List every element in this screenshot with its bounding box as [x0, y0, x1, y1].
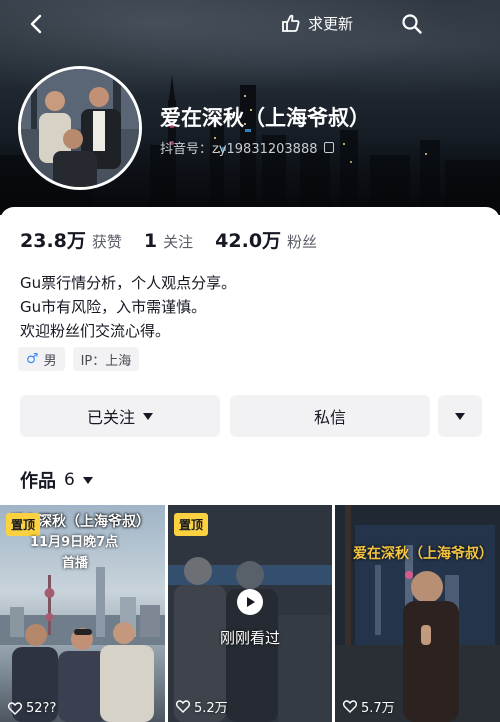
followed-button[interactable]: 已关注 [20, 395, 220, 437]
heart-outline-icon [343, 700, 357, 713]
likes-count: 23.8万 [20, 230, 86, 252]
bio-line: Gu票行情分析，个人观点分享。 [20, 274, 237, 292]
cover-subtitle: 11月9日晚7点 [30, 535, 119, 550]
bio-line: Gu市有风险，入市需谨慎。 [20, 298, 207, 316]
caret-down-icon [455, 412, 465, 420]
gender-tag: ♂ 男 [18, 347, 65, 371]
followers-label: 粉丝 [287, 233, 318, 251]
profile-bio: Gu票行情分析，个人观点分享。 Gu市有风险，入市需谨慎。 欢迎粉丝们交流心得。 [20, 271, 236, 343]
top-nav-bar: 求更新 [0, 0, 500, 46]
search-icon [402, 14, 422, 34]
bio-line: 欢迎粉丝们交流心得。 [20, 322, 171, 340]
stats-row: 23.8万 获赞 1 关注 42.0万 粉丝 [20, 226, 317, 253]
stat-followers[interactable]: 42.0万 粉丝 [215, 226, 317, 253]
video-likes-count: 52?? [26, 701, 57, 716]
douyin-id-row[interactable]: 抖音号：zy19831203888 [160, 138, 334, 157]
pinned-badge: 置顶 [174, 513, 209, 536]
video-likes: 52?? [8, 701, 56, 716]
video-likes: 5.2万 [176, 697, 228, 716]
douyin-id-text: 抖音号：zy19831203888 [160, 142, 318, 157]
works-count: 6 [64, 470, 75, 490]
profile-tags: ♂ 男 IP：上海 [18, 347, 140, 371]
avatar[interactable] [18, 66, 142, 190]
back-button[interactable] [22, 10, 50, 38]
chevron-left-icon [30, 14, 42, 34]
thumb-pointing-icon [282, 14, 300, 32]
video-grid: 爱在深秋（上海爷叔） 置顶 11月9日晚7点 首播 52?? 置顶 刚刚看过 5… [0, 505, 500, 722]
caret-down-icon [143, 412, 153, 420]
followed-label: 已关注 [86, 408, 135, 427]
recently-watched-label: 刚刚看过 [219, 629, 280, 647]
video-likes-count: 5.7万 [361, 701, 395, 716]
video-cover-image [335, 505, 500, 722]
following-count: 1 [143, 230, 158, 252]
following-label: 关注 [163, 233, 194, 251]
video-tile[interactable]: 爱在深秋（上海爷叔） 5.7万 [335, 505, 500, 722]
followers-count: 42.0万 [215, 230, 282, 252]
video-tile[interactable]: 置顶 刚刚看过 5.2万 [168, 505, 332, 722]
cover-title: 爱在深秋（上海爷叔） [353, 546, 493, 562]
cover-premiere-label: 首播 [62, 556, 89, 571]
more-options-button[interactable] [438, 395, 482, 437]
works-tab-label: 作品 [20, 471, 56, 492]
stat-following[interactable]: 1 关注 [144, 230, 193, 252]
works-tab[interactable]: 作品 6 [20, 467, 93, 493]
male-icon: ♂ [26, 351, 39, 367]
ip-location-label: IP：上海 [80, 353, 132, 369]
stat-likes[interactable]: 23.8万 获赞 [20, 226, 122, 253]
likes-label: 获赞 [91, 233, 122, 251]
ip-location-tag: IP：上海 [72, 347, 140, 371]
heart-outline-icon [8, 702, 22, 715]
copy-icon[interactable] [323, 142, 334, 153]
message-label: 私信 [313, 408, 346, 427]
request-update-button[interactable]: 求更新 [278, 8, 353, 38]
search-button[interactable] [398, 10, 426, 38]
profile-nickname: 爱在深秋（上海爷叔） [160, 106, 370, 130]
caret-down-icon [82, 476, 93, 484]
recently-watched-overlay: 刚刚看过 [168, 589, 332, 648]
video-likes-count: 5.2万 [194, 701, 228, 716]
video-tile[interactable]: 爱在深秋（上海爷叔） 置顶 11月9日晚7点 首播 52?? [0, 505, 165, 722]
message-button[interactable]: 私信 [230, 395, 430, 437]
request-update-label: 求更新 [308, 14, 354, 33]
heart-outline-icon [176, 700, 190, 713]
gender-label: 男 [43, 353, 57, 369]
play-icon[interactable] [237, 589, 263, 615]
action-buttons: 已关注 私信 [20, 395, 482, 437]
video-likes: 5.7万 [343, 697, 395, 716]
